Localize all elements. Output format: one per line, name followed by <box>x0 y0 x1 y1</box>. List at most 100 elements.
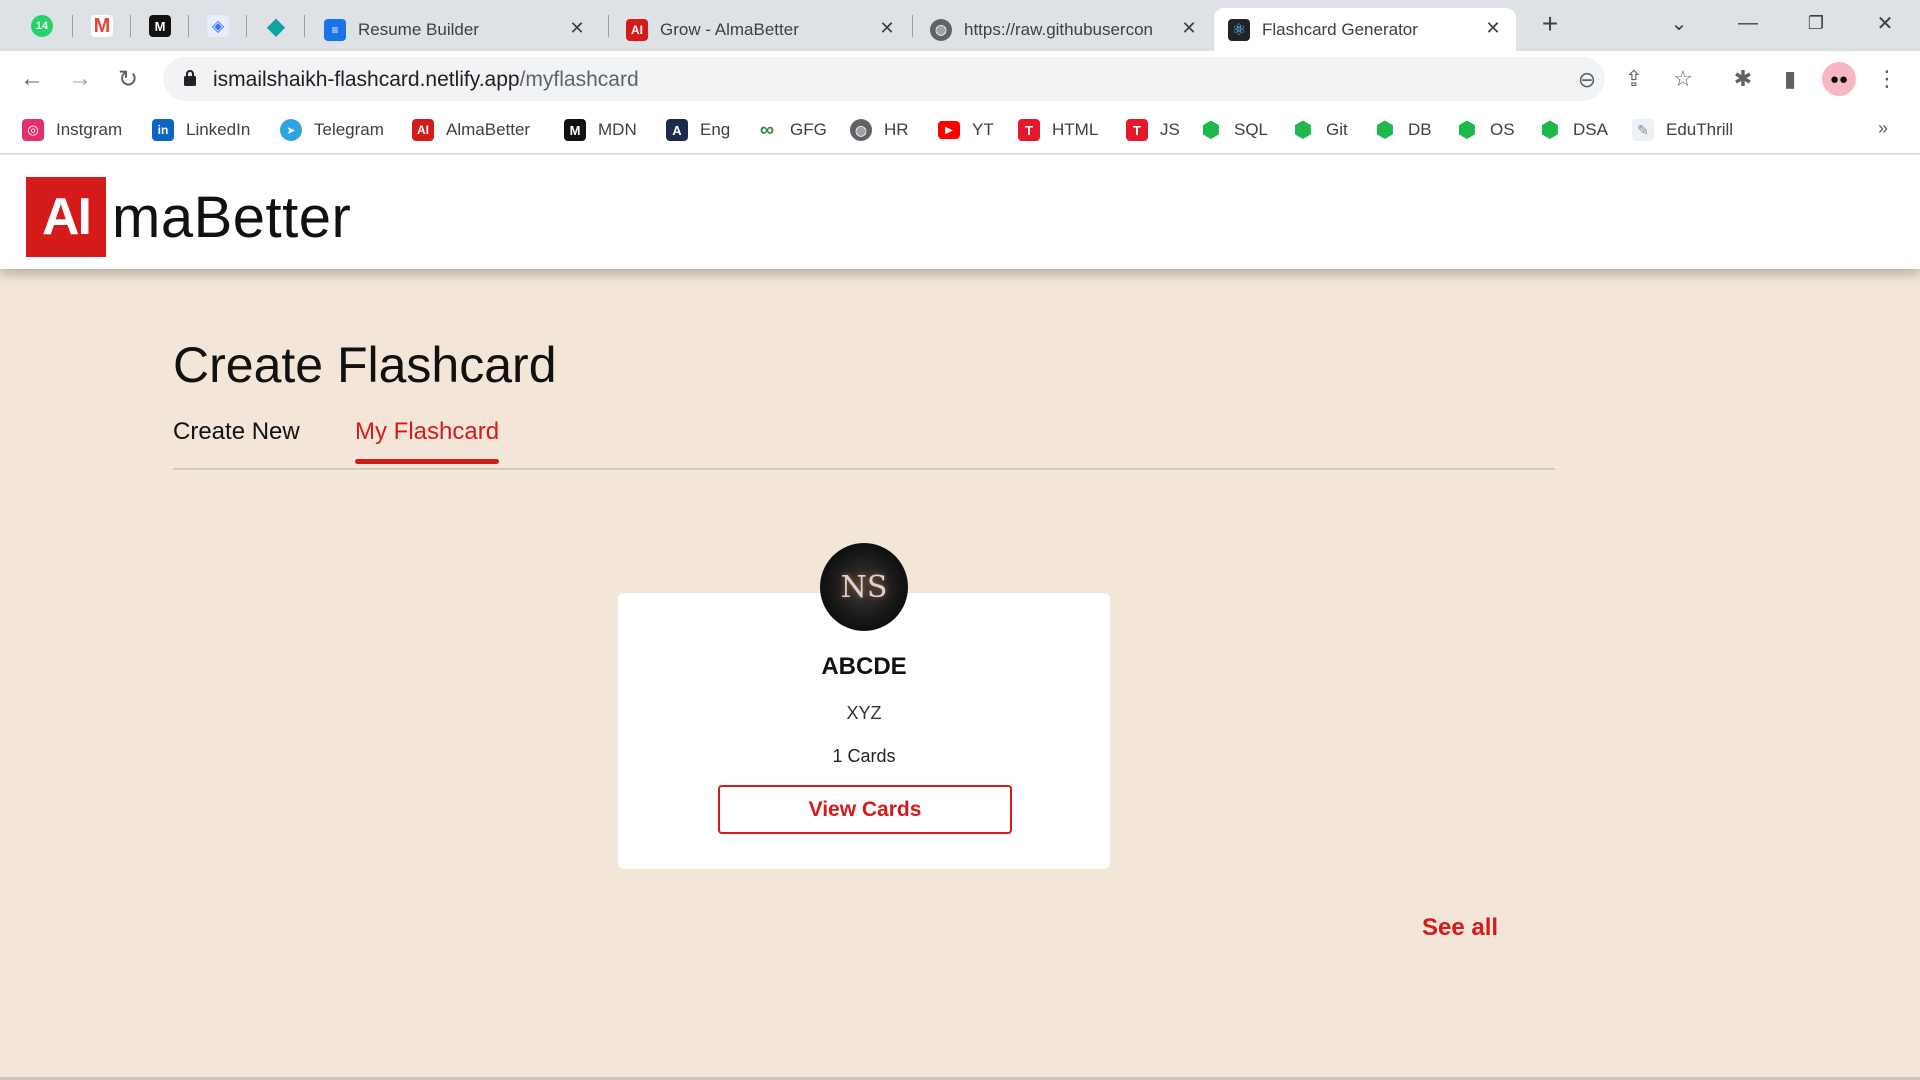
tab-resume-builder[interactable]: ≡ Resume Builder ✕ <box>310 8 600 51</box>
bookmark-telegram[interactable]: ➤ Telegram <box>280 115 384 145</box>
url-path: /myflashcard <box>519 68 639 91</box>
bookmark-label: HTML <box>1052 120 1099 139</box>
back-button[interactable]: ← <box>14 61 50 97</box>
translate-icon: A <box>666 119 688 141</box>
tab-separator <box>304 15 305 37</box>
bookmark-js[interactable]: T JS <box>1126 115 1180 145</box>
pinned-tab-devfolio[interactable]: ◈ <box>192 8 244 44</box>
tab-my-flashcard[interactable]: My Flashcard <box>355 418 500 464</box>
bookmark-instgram[interactable]: ◎ Instgram <box>22 115 122 145</box>
bookmark-yt[interactable]: ▶ YT <box>938 115 994 145</box>
menu-icon[interactable]: ⋮ <box>1872 64 1902 94</box>
bookmarks-bar: ◎ Instgram in LinkedIn ➤ Telegram AI Alm… <box>0 106 1920 154</box>
share-icon[interactable]: ⇪ <box>1619 64 1649 94</box>
whatsapp-icon: 14 <box>31 15 53 37</box>
bookmark-label: MDN <box>598 120 637 139</box>
side-panel-icon[interactable]: ▮ <box>1775 64 1805 94</box>
extensions-icon[interactable]: ✱ <box>1728 64 1758 94</box>
tab-flashcard-generator[interactable]: ⚛ Flashcard Generator ✕ <box>1214 8 1516 51</box>
bookmark-label: YT <box>972 120 994 139</box>
bookmark-label: EduThrill <box>1666 120 1734 139</box>
close-icon[interactable]: ✕ <box>1482 18 1504 39</box>
address-bar[interactable]: ismailshaikh-flashcard.netlify.app/myfla… <box>163 57 1605 101</box>
lock-icon <box>183 69 197 92</box>
bookmark-label: DB <box>1408 120 1432 139</box>
browser-toolbar: ← → ↻ ismailshaikh-flashcard.netlify.app… <box>0 51 1920 106</box>
bookmark-html[interactable]: T HTML <box>1018 115 1098 145</box>
tab-separator <box>130 15 131 37</box>
tab-title: Resume Builder <box>358 19 479 39</box>
hexagon-icon: ⬢ <box>1457 117 1477 142</box>
bookmark-dsa[interactable]: ⬢ DSA <box>1539 115 1608 145</box>
forward-button[interactable]: → <box>62 61 98 97</box>
mdn-icon: M <box>149 15 171 37</box>
doc-icon: ≡ <box>324 18 346 41</box>
pinned-tab-whatsapp[interactable]: 14 <box>16 8 68 44</box>
page-title: Create Flashcard <box>173 337 557 393</box>
bookmark-label: Instgram <box>56 120 123 139</box>
close-icon[interactable]: ✕ <box>566 18 588 39</box>
bookmark-label: OS <box>1490 120 1515 139</box>
almabetter-icon: AI <box>412 119 434 141</box>
tab-separator <box>912 15 913 37</box>
tab-separator <box>72 15 73 37</box>
bookmark-label: DSA <box>1573 120 1608 139</box>
close-icon[interactable]: ✕ <box>876 18 898 39</box>
zoom-icon[interactable]: ⊖ <box>1573 66 1601 94</box>
app-header: AI maBetter <box>0 155 1920 269</box>
globe-icon: ◍ <box>930 18 952 41</box>
new-tab-button[interactable]: + <box>1535 10 1565 40</box>
almabetter-logo[interactable]: AI maBetter <box>26 177 351 257</box>
tab-title: Flashcard Generator <box>1262 19 1418 39</box>
flashcard-description: XYZ <box>846 703 882 723</box>
bookmark-os[interactable]: ⬢ OS <box>1456 115 1515 145</box>
hexagon-icon: ⬢ <box>1540 117 1560 142</box>
close-icon[interactable]: ✕ <box>1178 18 1200 39</box>
reload-button[interactable]: ↻ <box>110 61 146 97</box>
flashcard-count: 1 Cards <box>832 746 896 766</box>
more-bookmarks-button[interactable]: » <box>1878 118 1888 139</box>
linkedin-icon: in <box>152 119 174 141</box>
bookmark-almabetter[interactable]: AI AlmaBetter <box>412 115 530 145</box>
bookmark-label: SQL <box>1234 120 1269 139</box>
hexagon-icon: ⬢ <box>1293 117 1313 142</box>
gfg-icon: ∞ <box>759 118 775 141</box>
bookmark-mdn[interactable]: M MDN <box>564 115 637 145</box>
bookmark-git[interactable]: ⬢ Git <box>1292 115 1348 145</box>
tab-separator <box>608 15 609 37</box>
window-close-button[interactable]: ✕ <box>1860 4 1910 42</box>
url-domain: ismailshaikh-flashcard.netlify.app <box>213 68 520 91</box>
tutorial-icon: T <box>1126 119 1148 141</box>
tab-raw-github[interactable]: ◍ https://raw.githubusercon ✕ <box>916 8 1212 51</box>
minimize-button[interactable]: — <box>1723 4 1773 42</box>
bookmark-label: Git <box>1326 120 1348 139</box>
mdn-icon: M <box>564 119 586 141</box>
react-icon: ⚛ <box>1228 18 1250 41</box>
tab-grow-almabetter[interactable]: AI Grow - AlmaBetter ✕ <box>612 8 910 51</box>
instagram-icon: ◎ <box>22 119 44 141</box>
view-cards-button[interactable]: View Cards <box>718 785 1012 834</box>
see-all-link[interactable]: See all <box>1422 914 1498 942</box>
flashcard-tabs: Create New My Flashcard <box>173 418 1555 470</box>
bookmark-db[interactable]: ⬢ DB <box>1374 115 1432 145</box>
profile-avatar[interactable]: ●● <box>1822 62 1856 96</box>
gmail-icon: M <box>91 15 113 37</box>
tab-create-new[interactable]: Create New <box>173 418 300 460</box>
tutorial-icon: T <box>1018 119 1040 141</box>
pinned-tab-diamond[interactable]: ◆ <box>250 8 302 44</box>
bookmark-hr[interactable]: ◍ HR <box>850 115 909 145</box>
pinned-tab-gmail[interactable]: M <box>76 8 128 44</box>
bookmark-linkedin[interactable]: in LinkedIn <box>152 115 250 145</box>
logo-mark: AI <box>26 177 106 257</box>
browser-tab-strip: 14 M M ◈ ◆ ≡ Resume Builder ✕ AI Grow - … <box>0 0 1920 51</box>
bookmark-eng[interactable]: A Eng <box>666 115 730 145</box>
bookmark-eduthrill[interactable]: ✎ EduThrill <box>1632 115 1733 145</box>
restore-button[interactable]: ❐ <box>1791 4 1841 42</box>
bookmark-gfg[interactable]: ∞ GFG <box>756 115 827 145</box>
bookmark-star-icon[interactable]: ☆ <box>1668 64 1698 94</box>
tab-search-icon[interactable]: ⌄ <box>1654 4 1704 42</box>
diamond-icon: ◆ <box>266 12 286 40</box>
bookmark-sql[interactable]: ⬢ SQL <box>1200 115 1268 145</box>
pinned-tab-mdn[interactable]: M <box>134 8 186 44</box>
bookmark-label: AlmaBetter <box>446 120 531 139</box>
